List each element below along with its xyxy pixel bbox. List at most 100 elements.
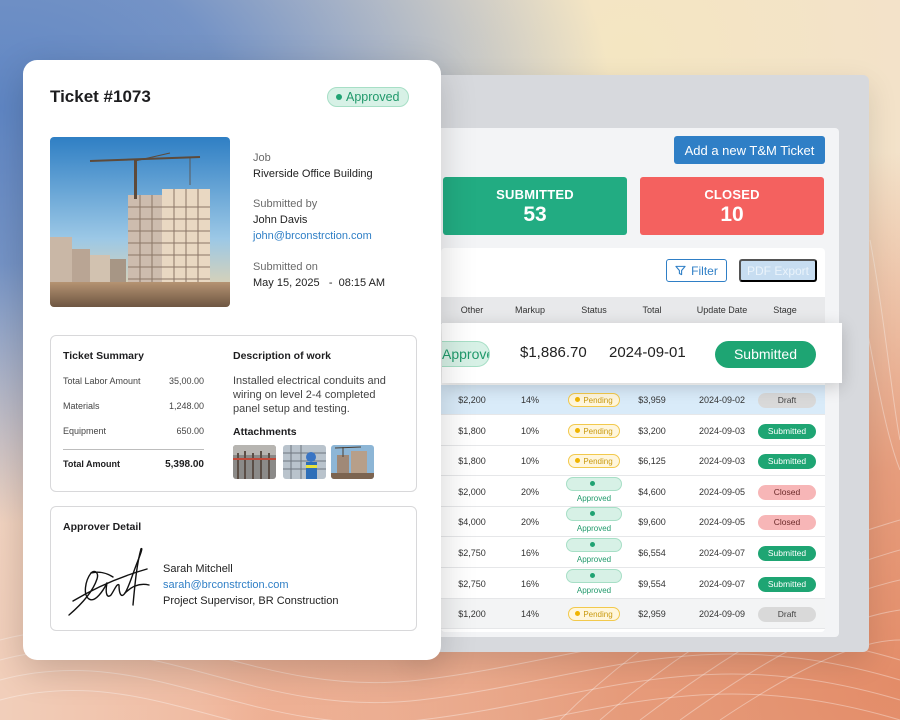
- cell-other: $2,750: [451, 569, 493, 599]
- ticket-summary-card: Ticket Summary Total Labor Amount 35,00.…: [50, 335, 417, 492]
- cell-other: $4,000: [451, 507, 493, 537]
- attachment-thumbnail[interactable]: [331, 445, 374, 479]
- col-header-stage[interactable]: Stage: [760, 297, 810, 324]
- table-row[interactable]: $2,000 20% Approved $4,600 2024-09-05 Closed: [441, 477, 825, 507]
- status-pill: Pending: [568, 393, 620, 407]
- summary-row-amount: 1,248.00: [168, 401, 204, 411]
- cell-other: $1,800: [458, 456, 486, 466]
- cell-status: Pending: [566, 385, 622, 415]
- cell-date: 2024-09-09: [698, 609, 746, 619]
- cell-date: 2024-09-02: [698, 395, 746, 405]
- summary-row-amount: 35,00.00: [168, 376, 204, 386]
- stage-pill[interactable]: Closed: [758, 515, 816, 530]
- add-ticket-button[interactable]: Add a new T&M Ticket: [674, 136, 825, 164]
- col-header-total[interactable]: Total: [632, 297, 672, 324]
- status-pill: Approved: [566, 477, 622, 503]
- cell-markup: 10%: [520, 456, 539, 466]
- cell-markup: 14%: [506, 599, 554, 629]
- stage-pill[interactable]: Submitted: [758, 424, 816, 439]
- cell-stage[interactable]: Submitted: [758, 538, 816, 568]
- construction-site-photo[interactable]: [50, 137, 230, 307]
- submitted-by-name: John Davis: [253, 214, 308, 226]
- status-pill: Pending: [568, 424, 620, 438]
- approver-email[interactable]: sarah@brconstrction.com: [163, 579, 289, 591]
- filter-button[interactable]: Filter: [666, 259, 727, 282]
- cell-markup: 14%: [506, 385, 554, 415]
- stage-pill[interactable]: Submitted: [758, 577, 816, 592]
- cell-date: 2024-09-03: [688, 416, 756, 446]
- stage-pill[interactable]: Draft: [758, 607, 816, 622]
- table-row[interactable]: $1,200 14% Pending $2,959 2024-09-09 Draft: [441, 599, 825, 629]
- cell-date: 2024-09-05: [698, 487, 746, 497]
- summary-total-label: Total Amount: [63, 459, 120, 469]
- cell-date: 2024-09-07: [688, 538, 756, 568]
- submitted-on-value: May 15, 2025 - 08:15 AM: [253, 277, 386, 289]
- col-header-update-date[interactable]: Update Date: [688, 297, 756, 324]
- approver-detail-card: Approver Detail Sarah Mitchell sarah@brc…: [50, 506, 417, 631]
- status-pill: Pending: [568, 454, 620, 468]
- summary-row-amount: 650.00: [176, 426, 204, 436]
- job-meta: Job Riverside Office Building: [253, 152, 373, 180]
- table-row[interactable]: $4,000 20% Approved $9,600 2024-09-05 Closed: [441, 507, 825, 537]
- table-row[interactable]: $2,750 16% Approved $6,554 2024-09-07 Submitt…: [441, 538, 825, 568]
- cell-date: 2024-09-09: [688, 599, 756, 629]
- cell-other: $2,750: [458, 548, 486, 558]
- pdf-export-button[interactable]: PDF Export: [739, 259, 817, 282]
- cell-stage[interactable]: Draft: [758, 599, 816, 629]
- submitted-stat-card[interactable]: SUBMITTED 53: [443, 177, 627, 235]
- attachment-thumbnail[interactable]: [283, 445, 326, 479]
- cell-stage[interactable]: Submitted: [758, 416, 816, 446]
- cell-total: $3,959: [638, 395, 666, 405]
- cell-stage[interactable]: Submitted: [758, 569, 816, 599]
- filter-icon: [675, 265, 686, 276]
- status-pill-label: Pending: [583, 610, 613, 619]
- submitted-by-label: Submitted by: [253, 198, 318, 210]
- table-row[interactable]: $1,800 10% Pending $3,200 2024-09-03 Submitte…: [441, 416, 825, 446]
- cell-date: 2024-09-03: [698, 426, 746, 436]
- cell-other: $2,000: [458, 487, 486, 497]
- table-row[interactable]: $2,200 14% Pending $3,959 2024-09-02 Draft: [441, 385, 825, 415]
- highlighted-table-row[interactable]: Approved $1,886.70 2024-09-01 Submitted: [442, 323, 842, 383]
- cell-total: $6,554: [638, 548, 666, 558]
- summary-row-labor: Total Labor Amount 35,00.00: [63, 376, 204, 386]
- summary-total-row: Total Amount 5,398.00: [63, 459, 204, 470]
- table-row[interactable]: $2,750 16% Approved $9,554 2024-09-07 Submitt…: [441, 569, 825, 599]
- cell-total: $4,600: [638, 487, 666, 497]
- cell-stage[interactable]: Submitted: [758, 446, 816, 476]
- cell-markup: 20%: [520, 517, 539, 527]
- cell-markup: 10%: [520, 426, 539, 436]
- status-pill: Approved: [566, 507, 622, 533]
- col-header-other[interactable]: Other: [451, 297, 493, 324]
- cell-status: Approved: [566, 507, 622, 537]
- cell-stage[interactable]: Draft: [758, 385, 816, 415]
- ticket-status-label: Approved: [346, 90, 400, 104]
- status-dot-icon: [590, 481, 595, 487]
- cell-total: $6,125: [632, 446, 672, 476]
- cell-markup: 14%: [520, 609, 539, 619]
- submitted-stat-label: SUBMITTED: [496, 187, 574, 202]
- table-row[interactable]: $1,800 10% Pending $6,125 2024-09-03 Submitte…: [441, 446, 825, 476]
- status-pill: Pending: [568, 607, 620, 621]
- stage-pill[interactable]: Submitted: [758, 454, 816, 469]
- cell-stage[interactable]: Closed: [758, 507, 816, 537]
- col-header-markup[interactable]: Markup: [506, 297, 554, 324]
- status-dot-icon: [336, 93, 342, 100]
- status-dot-icon: [575, 611, 581, 617]
- submitted-by-email[interactable]: john@brconstrction.com: [253, 230, 372, 242]
- cell-date: 2024-09-03: [688, 446, 756, 476]
- col-header-status[interactable]: Status: [566, 297, 622, 324]
- status-pill-label: Pending: [583, 427, 613, 436]
- stage-pill[interactable]: Submitted: [758, 546, 816, 561]
- closed-stat-label: CLOSED: [704, 187, 760, 202]
- cell-stage[interactable]: Closed: [758, 477, 816, 507]
- summary-row-label: Equipment: [63, 426, 107, 436]
- cell-markup: 20%: [506, 507, 554, 537]
- cell-total: $4,600: [632, 477, 672, 507]
- building-site-image-icon: [331, 445, 374, 479]
- closed-stat-card[interactable]: CLOSED 10: [640, 177, 824, 235]
- highlighted-row-stage[interactable]: Submitted: [715, 341, 816, 368]
- attachment-thumbnail[interactable]: [233, 445, 276, 479]
- stage-pill[interactable]: Closed: [758, 485, 816, 500]
- building-image-icon: [50, 137, 230, 307]
- stage-pill[interactable]: Draft: [758, 393, 816, 408]
